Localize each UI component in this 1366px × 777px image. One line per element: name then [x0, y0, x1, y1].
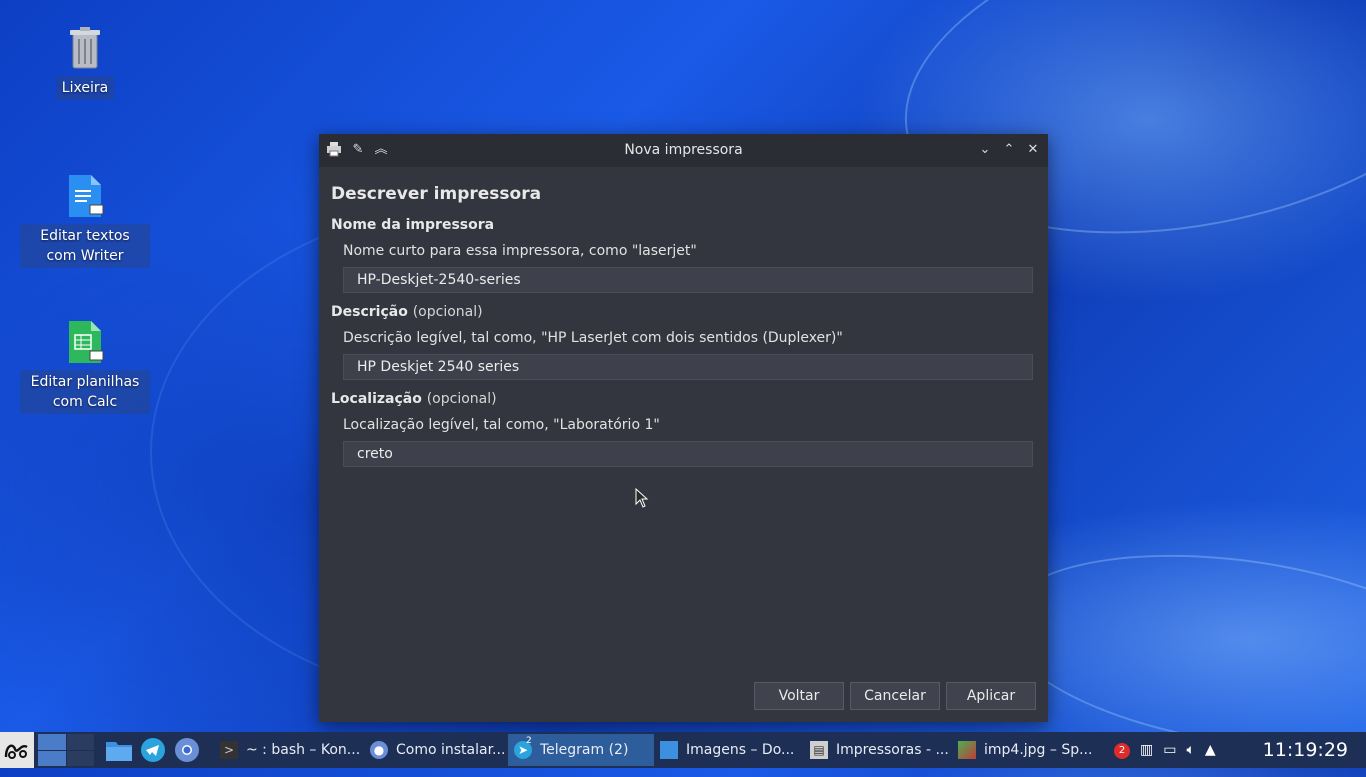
chromium-icon: ●	[370, 741, 388, 759]
launcher-telegram[interactable]	[136, 734, 170, 766]
close-icon[interactable]: ✕	[1024, 141, 1042, 159]
dialog-button-row: Voltar Cancelar Aplicar	[754, 682, 1036, 710]
minimize-icon[interactable]: ⌄	[976, 141, 994, 159]
printer-name-title: Nome da impressora	[331, 215, 1036, 235]
folder-icon	[106, 742, 132, 761]
window-title: Nova impressora	[624, 142, 743, 158]
desktop-4[interactable]	[66, 750, 94, 766]
task-printers[interactable]: ▤ Impressoras - ...	[804, 734, 952, 766]
apply-button[interactable]: Aplicar	[946, 682, 1036, 710]
network-icon[interactable]: ▭	[1163, 742, 1176, 758]
image-icon	[958, 741, 976, 759]
new-printer-dialog: ✎ ︽ Nova impressora ⌄ ⌃ ✕ Descrever impr…	[319, 134, 1048, 722]
clock[interactable]: 11:19:29	[1263, 739, 1366, 761]
back-button[interactable]: Voltar	[754, 682, 844, 710]
launcher-files[interactable]	[102, 734, 136, 766]
folder-icon	[660, 741, 678, 759]
desktop-3[interactable]	[38, 750, 66, 766]
writer-document-icon	[69, 175, 104, 217]
tray-badge: 2	[1114, 743, 1130, 759]
desktop-icon-label: Lixeira	[55, 76, 115, 100]
cancel-button[interactable]: Cancelar	[850, 682, 940, 710]
task-label: Imagens – Do...	[686, 742, 795, 758]
section-title-text: Nome da impressora	[331, 217, 495, 233]
desktop-2[interactable]	[66, 734, 94, 750]
printer-name-input[interactable]: HP-Deskjet-2540-series	[343, 267, 1033, 293]
task-label: Como instalar...	[396, 742, 506, 758]
optional-label: (opcional)	[426, 391, 497, 407]
telegram-badge: 2	[526, 736, 532, 746]
section-title-text: Localização	[331, 391, 422, 407]
virtual-desktop-pager[interactable]	[38, 734, 94, 766]
desktop-icon-label: Editar textos com Writer	[20, 224, 150, 268]
task-telegram[interactable]: ➤ 2 Telegram (2)	[508, 734, 654, 766]
terminal-icon: >	[220, 741, 238, 759]
desktop-1[interactable]	[38, 734, 66, 750]
bigcommunity-logo-icon	[4, 744, 28, 759]
printer-name-hint: Nome curto para essa impressora, como "l…	[343, 243, 697, 259]
desktop-icon-calc[interactable]: Editar planilhas com Calc	[20, 320, 150, 414]
location-hint: Localização legível, tal como, "Laborató…	[343, 417, 660, 433]
tray-expand-icon[interactable]: ▲	[1205, 742, 1216, 758]
volume-icon[interactable]: 🔈︎	[1186, 742, 1194, 758]
dialog-content: Descrever impressora Nome da impressora …	[319, 181, 1048, 467]
location-input[interactable]: creto	[343, 441, 1033, 467]
taskbar: > ~ : bash – Kon... ● Como instalar... ➤…	[0, 732, 1366, 768]
description-hint: Descrição legível, tal como, "HP LaserJe…	[343, 330, 843, 346]
telegram-icon	[141, 738, 165, 762]
section-title-text: Descrição	[331, 304, 408, 320]
task-label: ~ : bash – Kon...	[246, 742, 361, 758]
desktop-icon-label: Editar planilhas com Calc	[20, 370, 150, 414]
description-input[interactable]: HP Deskjet 2540 series	[343, 354, 1033, 380]
launcher-browser[interactable]	[170, 734, 204, 766]
trash-icon	[70, 27, 100, 69]
desktop-icon-trash[interactable]: Lixeira	[20, 26, 150, 100]
mouse-cursor-icon	[635, 488, 649, 508]
system-tray: 2 ▥ ▭ 🔈︎ ▲	[1112, 741, 1216, 759]
clipboard-icon[interactable]: ▥	[1140, 742, 1153, 758]
calc-spreadsheet-icon	[69, 321, 104, 363]
printer-icon: ▤	[810, 741, 828, 759]
optional-label: (opcional)	[412, 304, 483, 320]
task-browser[interactable]: ● Como instalar...	[364, 734, 508, 766]
update-notifier-icon[interactable]: 2	[1112, 741, 1130, 759]
window-titlebar[interactable]: ✎ ︽ Nova impressora ⌄ ⌃ ✕	[319, 134, 1048, 167]
page-title: Descrever impressora	[331, 184, 542, 204]
maximize-icon[interactable]: ⌃	[1000, 141, 1018, 159]
description-title: Descrição (opcional)	[331, 302, 1036, 322]
task-spectacle[interactable]: imp4.jpg – Sp...	[952, 734, 1100, 766]
location-title: Localização (opcional)	[331, 389, 1036, 409]
start-menu-button[interactable]	[0, 732, 34, 768]
task-label: Telegram (2)	[540, 742, 629, 758]
chromium-icon	[175, 738, 199, 762]
task-label: imp4.jpg – Sp...	[984, 742, 1093, 758]
task-file-manager[interactable]: Imagens – Do...	[654, 734, 804, 766]
desktop-icon-writer[interactable]: Editar textos com Writer	[20, 174, 150, 268]
task-label: Impressoras - ...	[836, 742, 949, 758]
task-konsole[interactable]: > ~ : bash – Kon...	[214, 734, 364, 766]
